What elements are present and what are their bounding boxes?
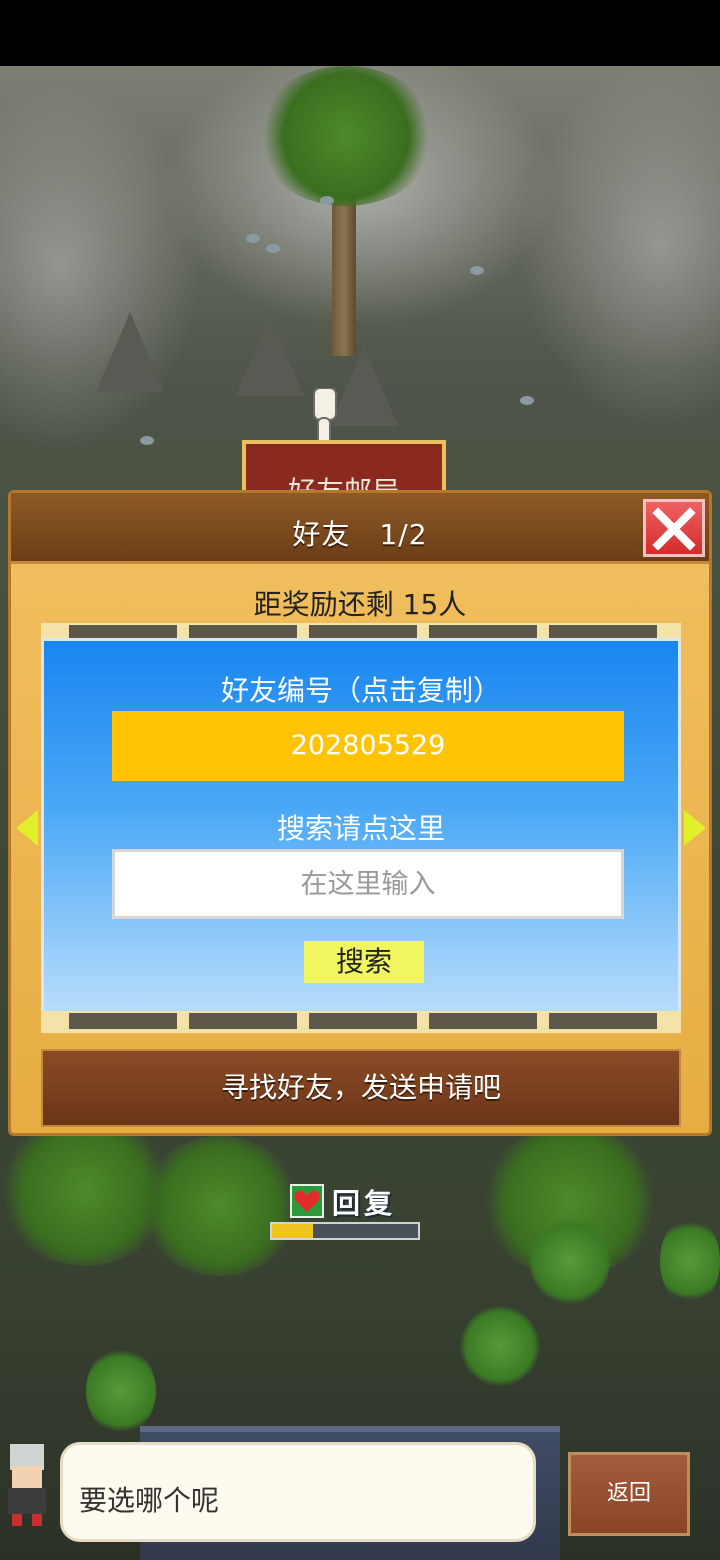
friend-id-copy-button[interactable]: 202805529 (112, 711, 624, 781)
palm-tree (256, 66, 436, 206)
bush (530, 1216, 610, 1306)
heart-icon (290, 1184, 324, 1218)
palm-tree (140, 1136, 300, 1276)
bush (460, 1306, 540, 1386)
character-avatar (8, 1444, 46, 1526)
panel-title: 好友 1/2 (292, 518, 428, 551)
rock (236, 316, 304, 396)
stone (246, 234, 260, 243)
stone (320, 196, 334, 205)
close-button[interactable] (643, 499, 705, 557)
stone (520, 396, 534, 405)
recover-progress-bar (270, 1222, 420, 1240)
slot (189, 1013, 297, 1029)
panel-header: 好友 1/2 (11, 493, 709, 564)
status-bar (0, 0, 720, 66)
recover-indicator: 回复 (290, 1184, 420, 1220)
friend-panel: 好友 1/2 距奖励还剩 15人 好友编号（点击复制） 202805529 搜索… (8, 490, 712, 1136)
slot (429, 1013, 537, 1029)
recover-label: 回复 (332, 1187, 397, 1220)
back-button[interactable]: 返回 (568, 1452, 690, 1536)
dialog-text: 要选哪个呢 (79, 1484, 220, 1517)
find-friends-button[interactable]: 寻找好友，发送申请吧 (41, 1049, 681, 1127)
friend-id-label: 好友编号（点击复制） (220, 674, 501, 707)
bush (660, 1216, 720, 1306)
search-label: 搜索请点这里 (276, 812, 445, 845)
stone (470, 266, 484, 275)
slot (309, 1013, 417, 1029)
arrow-right-icon[interactable] (684, 810, 706, 846)
rock (96, 312, 164, 392)
stone (140, 436, 154, 445)
close-icon (652, 507, 696, 551)
friend-search-input[interactable] (112, 849, 624, 919)
reward-remaining-text: 距奖励还剩 15人 (253, 588, 467, 621)
slot (549, 1013, 657, 1029)
dialog-box: 要选哪个呢 (60, 1442, 536, 1542)
recover-progress-fill (272, 1224, 313, 1238)
slot-row-bottom (41, 1011, 681, 1033)
pointer-hand-icon (313, 388, 337, 447)
bush (86, 1346, 156, 1436)
slot (69, 1013, 177, 1029)
stone (266, 244, 280, 253)
arrow-left-icon[interactable] (16, 810, 38, 846)
friend-id-card: 好友编号（点击复制） 202805529 搜索请点这里 搜索 (41, 638, 681, 1016)
search-button[interactable]: 搜索 (304, 941, 424, 983)
